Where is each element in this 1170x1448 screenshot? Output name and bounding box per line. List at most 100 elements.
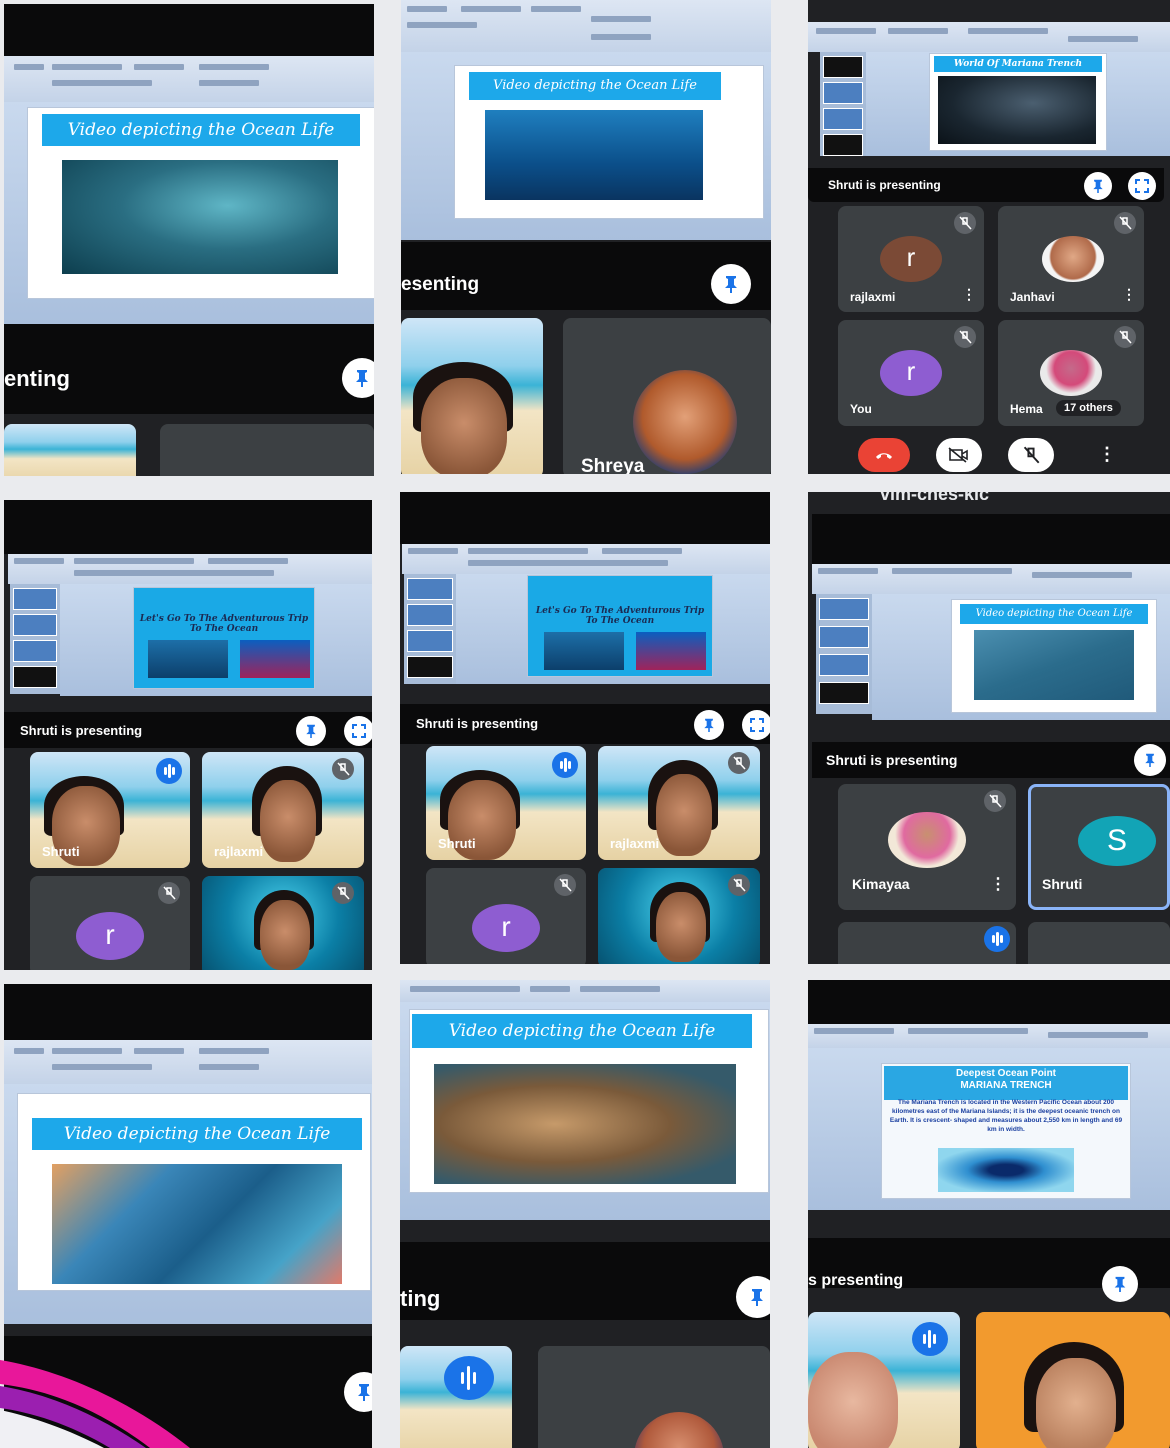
participant-card	[4, 424, 136, 476]
avatar: r	[880, 236, 942, 282]
slide-thumbnails	[10, 584, 60, 694]
fullscreen-button[interactable]	[1128, 172, 1156, 200]
mic-off-icon	[163, 886, 176, 900]
slide-thumbnails	[816, 594, 872, 714]
slide-title-banner: Video depicting the Ocean Life	[32, 1118, 362, 1150]
pin-icon	[356, 370, 368, 387]
mic-off-icon	[337, 762, 350, 776]
slide-image-reef	[240, 640, 310, 678]
avatar: r	[76, 912, 144, 960]
mariana-video[interactable]	[938, 76, 1096, 144]
participant-face	[1036, 1358, 1116, 1448]
participant-card	[160, 424, 374, 476]
participant-card	[400, 1346, 512, 1448]
mic-off-icon	[1023, 446, 1040, 464]
speaking-indicator	[156, 758, 182, 784]
powerpoint-ribbon	[812, 564, 1170, 594]
participant-card-shruti: Shruti	[426, 746, 586, 860]
mic-off-indicator	[728, 752, 750, 774]
avatar	[1042, 236, 1104, 282]
participant-name: Kimayaa	[852, 876, 910, 892]
participant-card-r: r	[426, 868, 586, 964]
mic-off-indicator	[1114, 326, 1136, 348]
participant-card	[538, 1346, 770, 1448]
pin-button[interactable]	[711, 264, 751, 304]
presenting-label: Shruti is presenting	[828, 178, 941, 192]
pin-button[interactable]	[1084, 172, 1112, 200]
decorative-swoosh	[0, 1360, 190, 1448]
participant-face	[421, 378, 507, 474]
meeting-code: vlm-ches-kic	[880, 492, 990, 504]
more-options-button[interactable]: ⋮	[1122, 286, 1136, 303]
mic-off-icon	[733, 878, 746, 892]
ocean-video[interactable]	[485, 110, 703, 200]
powerpoint-ribbon	[8, 554, 372, 584]
powerpoint-ribbon	[400, 980, 770, 1002]
participant-card-rajlaxmi: rajlaxmi	[598, 746, 760, 860]
fullscreen-icon	[750, 718, 764, 732]
participant-card	[976, 1312, 1170, 1448]
camera-toggle-button[interactable]	[936, 438, 982, 472]
camera-off-icon	[948, 447, 968, 463]
more-vert-icon: ⋮	[962, 286, 976, 302]
participant-name: Shruti	[438, 836, 476, 851]
ocean-video[interactable]	[52, 1164, 342, 1284]
ocean-video[interactable]	[974, 630, 1134, 700]
powerpoint-ribbon	[808, 22, 1170, 52]
participant-card-hema: Hema 17 others	[998, 320, 1144, 426]
slide-title-banner: World Of Mariana Trench	[934, 56, 1102, 72]
end-call-button[interactable]	[858, 438, 910, 472]
avatar: r	[472, 904, 540, 952]
participant-card-janhavi: Janhavi ⋮	[998, 206, 1144, 312]
participant-card	[598, 868, 760, 964]
powerpoint-ribbon	[4, 1040, 372, 1084]
mic-off-icon	[559, 878, 572, 892]
screenshot-tile-4: Let's Go To The Adventurous Trip To The …	[4, 500, 372, 970]
presenting-label: Shruti is presenting	[20, 723, 143, 738]
mic-off-icon	[989, 794, 1002, 808]
ocean-video[interactable]	[62, 160, 338, 274]
mic-off-indicator	[554, 874, 576, 896]
powerpoint-ribbon	[401, 0, 771, 52]
pin-button[interactable]	[694, 710, 724, 740]
participant-name: Shruti	[42, 844, 80, 859]
participant-name: rajlaxmi	[214, 844, 264, 859]
more-options-button[interactable]: ⋮	[1098, 444, 1116, 465]
presentation-top-bar	[4, 984, 372, 1040]
avatar	[633, 370, 737, 474]
participant-face	[808, 1352, 898, 1448]
participant-card	[1028, 922, 1170, 964]
avatar	[888, 812, 966, 868]
participant-card	[202, 876, 364, 970]
pin-button[interactable]	[342, 358, 374, 398]
participant-face	[260, 900, 310, 970]
more-options-button[interactable]: ⋮	[962, 286, 976, 303]
pin-button[interactable]	[1134, 744, 1166, 776]
participant-card-rajlaxmi: r rajlaxmi ⋮	[838, 206, 984, 312]
mic-off-icon	[959, 216, 972, 230]
presentation-top-bar	[4, 500, 372, 554]
mic-off-indicator	[954, 212, 976, 234]
participant-name: Shreya	[581, 456, 645, 474]
presentation-top-bar	[808, 980, 1170, 1024]
fullscreen-button[interactable]	[742, 710, 770, 740]
participant-card	[808, 1312, 960, 1448]
more-vert-icon: ⋮	[990, 876, 1006, 893]
more-options-button[interactable]: ⋮	[990, 874, 1006, 894]
mic-toggle-button[interactable]	[1008, 438, 1054, 472]
presentation-top-bar	[812, 514, 1170, 564]
pin-button[interactable]	[736, 1276, 770, 1318]
participant-name: Janhavi	[1010, 290, 1055, 304]
end-call-icon	[876, 453, 892, 459]
pin-button[interactable]	[1102, 1266, 1138, 1302]
mic-off-indicator	[332, 758, 354, 780]
slide-body-text: The Mariana Trench is located in the Wes…	[889, 1099, 1123, 1133]
pin-button[interactable]	[296, 716, 326, 746]
fullscreen-button[interactable]	[344, 716, 372, 746]
clownfish-video[interactable]	[434, 1064, 736, 1184]
screenshot-tile-5: Let's Go To The Adventurous Trip To The …	[400, 492, 770, 964]
mic-off-icon	[959, 330, 972, 344]
presentation-top-bar	[4, 4, 374, 56]
presenting-label: ting	[400, 1286, 441, 1311]
others-count-chip[interactable]: 17 others	[1056, 400, 1121, 416]
